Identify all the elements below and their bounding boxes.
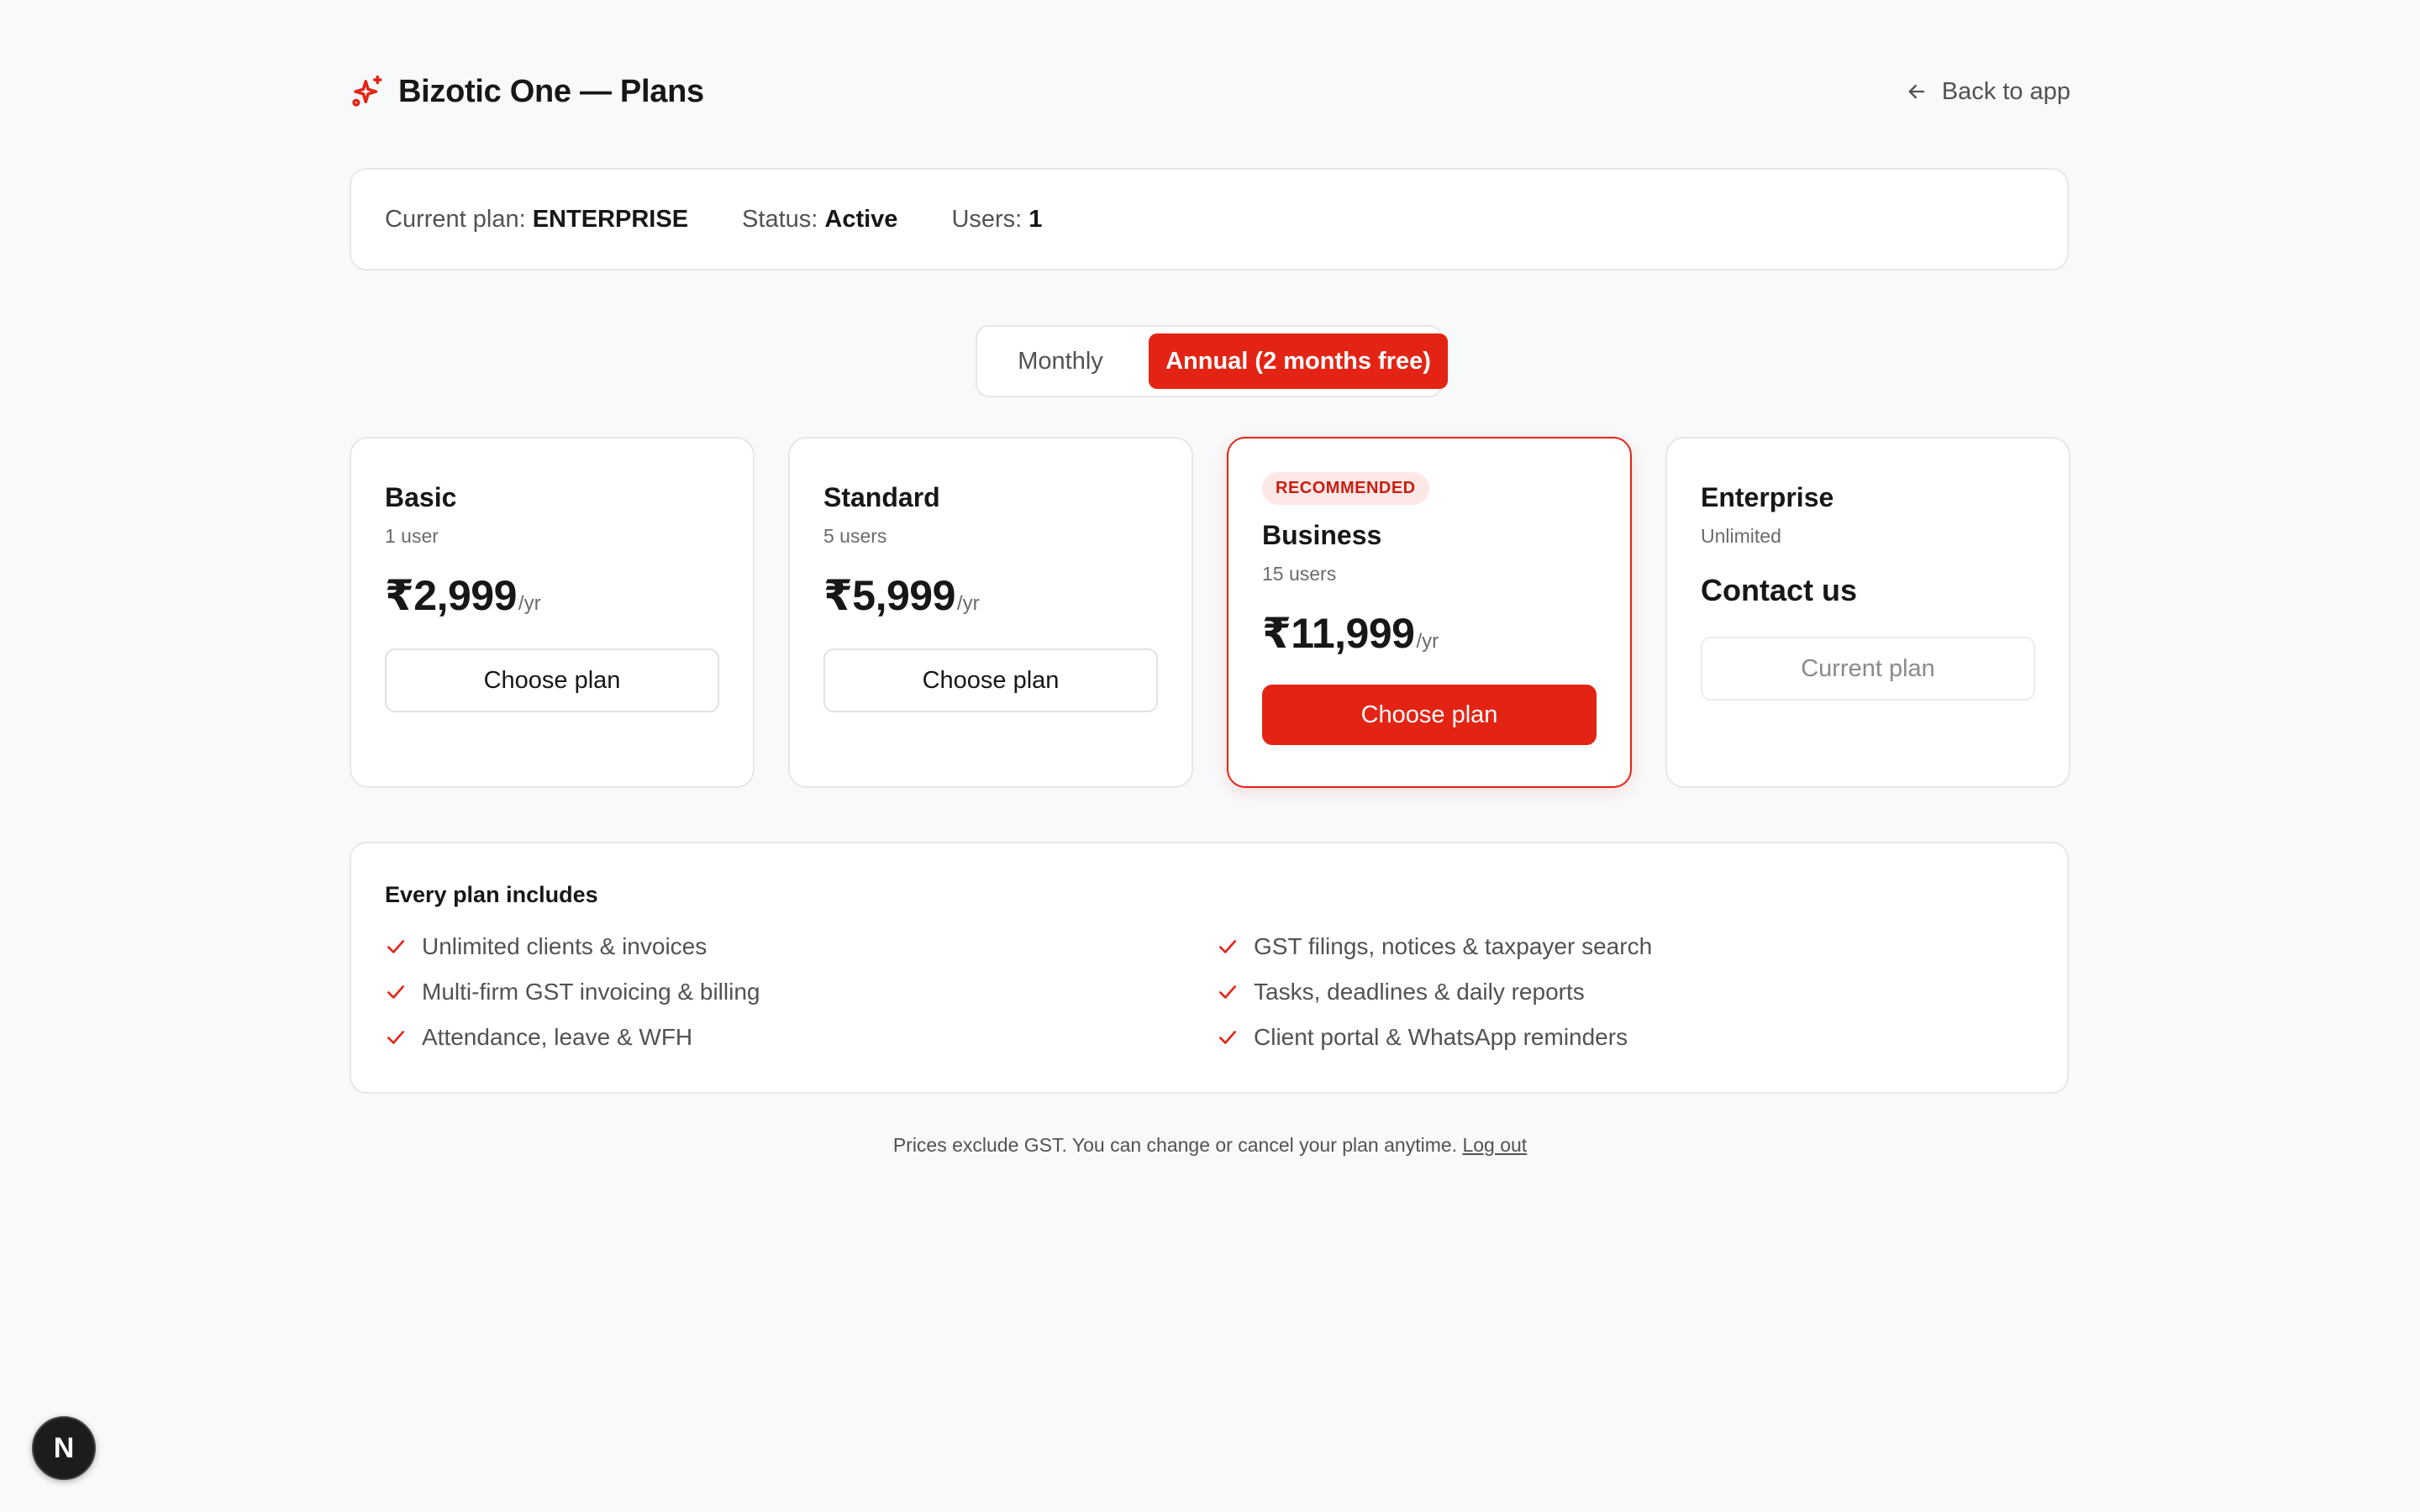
choose-plan-button-standard[interactable]: Choose plan: [823, 648, 1158, 712]
plan-users: Unlimited: [1701, 525, 1781, 547]
check-icon: [387, 1031, 404, 1044]
price-amount: ₹5,999: [823, 572, 955, 619]
monthly-option[interactable]: Monthly: [982, 333, 1139, 389]
status-value: Active: [824, 205, 898, 233]
sparkles-icon: [350, 74, 385, 109]
check-icon: [1219, 985, 1236, 999]
feature-item: GST filings, notices & taxpayer search: [1217, 933, 2049, 960]
plan-card-standard: Standard 5 users ₹5,999 /yr Choose plan: [788, 437, 1193, 788]
feature-item: Client portal & WhatsApp reminders: [1217, 1024, 2049, 1051]
plan-name: Enterprise: [1701, 482, 1834, 512]
dev-badge-letter: N: [53, 1431, 75, 1464]
arrow-left-icon: [1905, 80, 1928, 103]
plan-users: 1 user: [385, 525, 439, 547]
brand: Bizotic One — Plans: [350, 74, 704, 110]
feature-text: Attendance, leave & WFH: [422, 1024, 693, 1050]
check-icon: [387, 940, 404, 953]
back-to-app-label: Back to app: [1941, 77, 2070, 105]
plan-name: Standard: [823, 482, 940, 512]
price-period: /yr: [1416, 630, 1439, 653]
price-period: /yr: [518, 592, 541, 615]
current-plan-value: ENTERPRISE: [532, 205, 689, 233]
feature-item: Unlimited clients & invoices: [385, 933, 1217, 960]
status-label: Status:: [742, 205, 818, 233]
feature-text: Multi-firm GST invoicing & billing: [422, 979, 760, 1005]
page-title: Bizotic One — Plans: [398, 73, 704, 109]
logout-link[interactable]: Log out: [1462, 1134, 1527, 1156]
feature-list: Unlimited clients & invoices GST filings…: [385, 933, 2033, 1051]
plan-cards: Basic 1 user ₹2,999 /yr Choose plan Stan…: [350, 437, 2070, 788]
plan-price: ₹11,999 /yr: [1262, 609, 1597, 658]
check-icon: [387, 985, 404, 999]
price-period: /yr: [956, 592, 980, 615]
feature-text: Client portal & WhatsApp reminders: [1254, 1024, 1628, 1050]
plan-card-enterprise: Enterprise Unlimited Contact us Current …: [1665, 437, 2070, 788]
users-label: Users:: [951, 205, 1023, 233]
plan-price: ₹2,999 /yr: [385, 571, 719, 620]
users-value: 1: [1028, 205, 1043, 233]
footer-text: Prices exclude GST. You can change or ca…: [892, 1134, 1458, 1156]
price-amount: ₹2,999: [385, 572, 517, 619]
plan-card-business: RECOMMENDED Business 15 users ₹11,999 /y…: [1227, 437, 1632, 788]
page-header: Bizotic One — Plans Back to app: [350, 66, 2070, 118]
plan-price: ₹5,999 /yr: [823, 571, 1158, 620]
billing-period-toggle: Monthly Annual (2 months free): [976, 325, 1448, 397]
status-info: Status: Active: [742, 206, 897, 234]
feature-item: Tasks, deadlines & daily reports: [1217, 979, 2049, 1005]
dev-tools-badge[interactable]: N: [32, 1416, 96, 1480]
choose-plan-button-basic[interactable]: Choose plan: [385, 648, 719, 712]
current-plan-info: Current plan: ENTERPRISE: [385, 206, 688, 234]
choose-plan-button-business[interactable]: Choose plan: [1262, 685, 1597, 745]
feature-item: Multi-firm GST invoicing & billing: [385, 979, 1217, 1005]
price-amount: ₹11,999: [1262, 610, 1415, 657]
feature-text: Unlimited clients & invoices: [422, 933, 708, 959]
check-icon: [1219, 1031, 1236, 1044]
users-info: Users: 1: [951, 206, 1042, 234]
plan-includes-section: Every plan includes Unlimited clients & …: [350, 842, 2069, 1094]
plan-name: Business: [1262, 520, 1382, 550]
feature-text: GST filings, notices & taxpayer search: [1254, 933, 1653, 959]
plan-name: Basic: [385, 482, 457, 512]
current-plan-label: Current plan:: [385, 205, 526, 233]
plan-users: 15 users: [1262, 563, 1337, 585]
plan-users: 5 users: [823, 525, 887, 547]
recommended-badge: RECOMMENDED: [1262, 472, 1429, 505]
feature-text: Tasks, deadlines & daily reports: [1254, 979, 1585, 1005]
check-icon: [1219, 940, 1236, 953]
includes-title: Every plan includes: [385, 882, 598, 907]
back-to-app-link[interactable]: Back to app: [1905, 78, 2070, 106]
current-plan-button[interactable]: Current plan: [1701, 637, 2035, 701]
footer-note: Prices exclude GST. You can change or ca…: [350, 1134, 2070, 1157]
annual-option[interactable]: Annual (2 months free): [1149, 333, 1448, 389]
contact-us-text: Contact us: [1701, 573, 1858, 607]
plan-card-basic: Basic 1 user ₹2,999 /yr Choose plan: [350, 437, 755, 788]
current-plan-bar: Current plan: ENTERPRISE Status: Active …: [350, 168, 2069, 270]
feature-item: Attendance, leave & WFH: [385, 1024, 1217, 1051]
